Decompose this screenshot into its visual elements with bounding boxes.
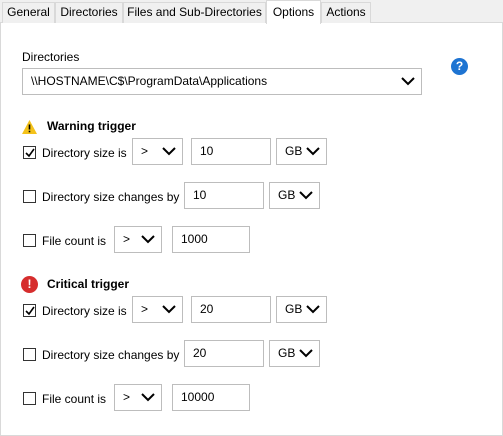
- critical-changes-label: Directory size changes by: [42, 348, 180, 362]
- critical-changes-checkbox[interactable]: [23, 348, 36, 361]
- warning-changes-label: Directory size changes by: [42, 190, 180, 204]
- operator-value: >: [141, 144, 149, 158]
- tab-actions[interactable]: Actions: [321, 2, 371, 23]
- directories-label: Directories: [22, 50, 80, 64]
- tab-files-and-sub-directories[interactable]: Files and Sub-Directories: [123, 2, 266, 23]
- chevron-down-icon: [141, 235, 155, 244]
- critical-trigger-title: Critical trigger: [47, 277, 130, 291]
- critical-count-value-input[interactable]: 10000: [172, 384, 250, 411]
- tab-strip: General Directories Files and Sub-Direct…: [0, 0, 503, 24]
- chevron-down-icon: [306, 147, 320, 156]
- operator-value: >: [123, 390, 131, 404]
- chevron-down-icon: [141, 393, 155, 402]
- critical-count-operator-dropdown[interactable]: >: [114, 384, 162, 411]
- warning-count-operator-dropdown[interactable]: >: [114, 226, 162, 253]
- warning-changes-unit-dropdown[interactable]: GB: [269, 182, 320, 209]
- warning-trigger-title: Warning trigger: [47, 119, 136, 133]
- chevron-down-icon: [299, 191, 313, 200]
- directories-dropdown[interactable]: \\HOSTNAME\C$\ProgramData\Applications: [22, 68, 422, 95]
- critical-size-checkbox[interactable]: [23, 304, 36, 317]
- operator-value: >: [141, 302, 149, 316]
- warning-count-value-input[interactable]: 1000: [172, 226, 250, 253]
- operator-value: >: [123, 232, 131, 246]
- critical-icon: !: [21, 276, 38, 293]
- chevron-down-icon: [401, 77, 415, 86]
- checkmark-icon: [25, 306, 35, 316]
- tab-general[interactable]: General: [2, 2, 55, 23]
- warning-changes-checkbox[interactable]: [23, 190, 36, 203]
- tab-directories[interactable]: Directories: [55, 2, 123, 23]
- directories-dropdown-value: \\HOSTNAME\C$\ProgramData\Applications: [31, 74, 268, 88]
- critical-size-unit-dropdown[interactable]: GB: [276, 296, 327, 323]
- warning-size-unit-dropdown[interactable]: GB: [276, 138, 327, 165]
- warning-changes-value-input[interactable]: 10: [184, 182, 264, 209]
- chevron-down-icon: [299, 349, 313, 358]
- warning-count-checkbox[interactable]: [23, 234, 36, 247]
- tab-options[interactable]: Options: [266, 0, 321, 24]
- checkmark-icon: [25, 148, 35, 158]
- critical-count-checkbox[interactable]: [23, 392, 36, 405]
- warning-size-label: Directory size is: [42, 146, 127, 160]
- unit-value: GB: [285, 302, 303, 316]
- critical-count-label: File count is: [42, 392, 107, 406]
- warning-size-value-input[interactable]: 10: [191, 138, 271, 165]
- critical-size-value-input[interactable]: 20: [191, 296, 271, 323]
- unit-value: GB: [278, 346, 296, 360]
- unit-value: GB: [285, 144, 303, 158]
- warning-icon: [21, 119, 38, 135]
- unit-value: GB: [278, 188, 296, 202]
- chevron-down-icon: [162, 147, 176, 156]
- options-panel: Directories \\HOSTNAME\C$\ProgramData\Ap…: [0, 23, 503, 436]
- critical-changes-value-input[interactable]: 20: [184, 340, 264, 367]
- critical-size-operator-dropdown[interactable]: >: [132, 296, 183, 323]
- critical-changes-unit-dropdown[interactable]: GB: [269, 340, 320, 367]
- warning-size-operator-dropdown[interactable]: >: [132, 138, 183, 165]
- warning-size-checkbox[interactable]: [23, 146, 36, 159]
- chevron-down-icon: [162, 305, 176, 314]
- help-icon[interactable]: ?: [451, 58, 468, 75]
- critical-size-label: Directory size is: [42, 304, 127, 318]
- chevron-down-icon: [306, 305, 320, 314]
- warning-count-label: File count is: [42, 234, 107, 248]
